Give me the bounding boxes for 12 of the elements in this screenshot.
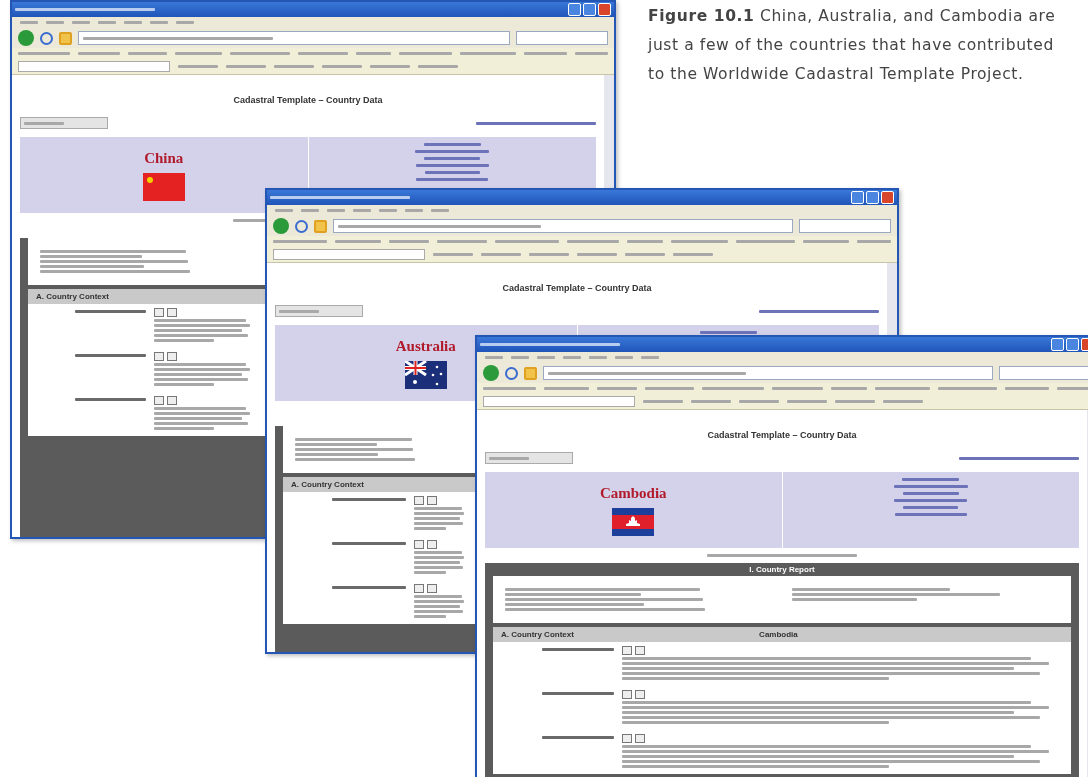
page-heading: Cadastral Template – Country Data: [232, 95, 384, 105]
country-name: China: [144, 149, 184, 167]
section-title: A. Country Context: [36, 292, 109, 301]
country-name: Australia: [395, 337, 456, 355]
section-country: Cambodia: [758, 630, 799, 639]
section-title: A. Country Context: [501, 630, 574, 639]
page-heading: Cadastral Template – Country Data: [501, 283, 653, 293]
country-name: Cambodia: [599, 484, 667, 502]
band-title: I. Country Report: [748, 564, 816, 576]
figure-caption: Figure 10.1 China, Australia, and Cambodia are just a few of the countries that have contributed to the Worldwide Cadastral Template Project.: [648, 6, 1057, 85]
section-title: A. Country Context: [291, 480, 364, 489]
page-heading: Cadastral Template – Country Data: [706, 430, 858, 440]
